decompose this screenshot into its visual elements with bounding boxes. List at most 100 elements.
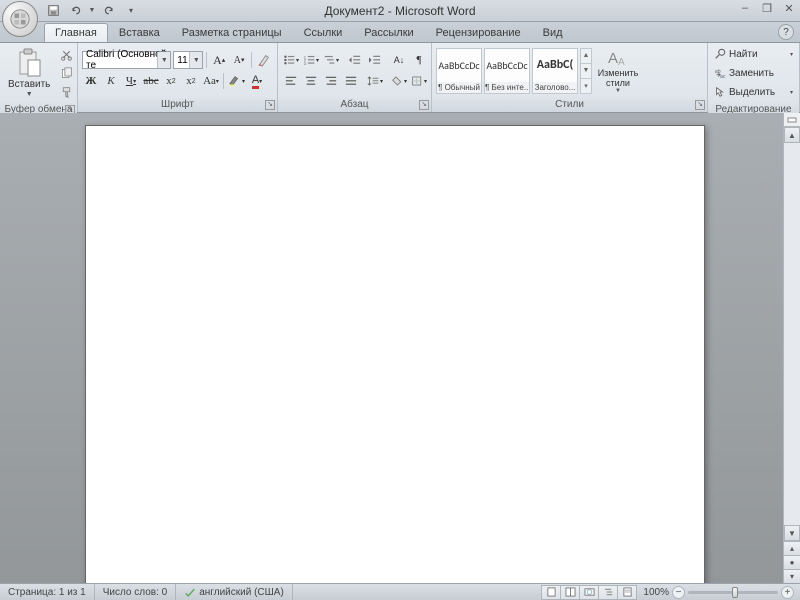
view-print-layout[interactable] <box>541 585 561 600</box>
redo-icon[interactable] <box>100 2 118 20</box>
tab-home[interactable]: Главная <box>44 23 108 42</box>
gallery-expand-icon[interactable]: ▾ <box>581 79 591 93</box>
window-title: Документ2 - Microsoft Word <box>324 4 475 18</box>
svg-text:A: A <box>608 50 618 67</box>
group-styles-label: Стили <box>555 99 584 110</box>
numbering-button[interactable]: 123▾ <box>302 51 320 69</box>
cut-button[interactable] <box>56 45 76 63</box>
shading-button[interactable]: ▾ <box>390 72 408 90</box>
help-icon[interactable]: ? <box>778 24 794 40</box>
superscript-button[interactable]: x2 <box>182 72 200 90</box>
chevron-down-icon[interactable]: ▼ <box>189 52 202 68</box>
increase-indent-button[interactable] <box>366 51 384 69</box>
browse-object-button[interactable]: ● <box>784 555 800 569</box>
minimize-button[interactable]: – <box>738 2 752 15</box>
sort-button[interactable]: A↓ <box>390 51 408 69</box>
underline-button[interactable]: Ч▾ <box>122 72 140 90</box>
tab-references[interactable]: Ссылки <box>293 23 354 42</box>
undo-icon[interactable] <box>66 2 84 20</box>
paste-button[interactable]: Вставить ▼ <box>4 46 54 100</box>
styles-launcher[interactable]: ↘ <box>695 100 705 110</box>
show-marks-button[interactable]: ¶ <box>410 51 428 69</box>
shrink-font-button[interactable]: A▾ <box>230 51 248 69</box>
view-draft[interactable] <box>617 585 637 600</box>
status-words[interactable]: Число слов: 0 <box>95 584 176 600</box>
close-button[interactable]: ✕ <box>782 2 796 15</box>
bullets-button[interactable]: ▾ <box>282 51 300 69</box>
font-size-value: 11 <box>177 55 187 66</box>
strikethrough-button[interactable]: abc <box>142 72 160 90</box>
font-color-button[interactable]: A▾ <box>248 72 266 90</box>
zoom-in-button[interactable]: + <box>781 586 794 599</box>
format-painter-button[interactable] <box>56 83 76 101</box>
scroll-up-icon[interactable]: ▲ <box>581 49 591 64</box>
group-paragraph-label: Абзац <box>340 99 368 110</box>
prev-page-button[interactable]: ▴ <box>784 541 800 555</box>
borders-button[interactable]: ▾ <box>410 72 428 90</box>
highlight-button[interactable]: ▾ <box>227 72 246 90</box>
zoom-out-button[interactable]: − <box>672 586 685 599</box>
change-case-button[interactable]: Aa▾ <box>202 72 220 90</box>
next-page-button[interactable]: ▾ <box>784 569 800 583</box>
zoom-thumb[interactable] <box>732 587 738 598</box>
tab-view[interactable]: Вид <box>532 23 574 42</box>
paragraph-launcher[interactable]: ↘ <box>419 100 429 110</box>
zoom-slider[interactable] <box>688 591 778 594</box>
vertical-scrollbar[interactable]: ▲ ▼ ▴ ● ▾ <box>783 113 800 583</box>
group-font-label: Шрифт <box>161 99 194 110</box>
decrease-indent-button[interactable] <box>346 51 364 69</box>
paste-label: Вставить <box>8 79 50 90</box>
status-page[interactable]: Страница: 1 из 1 <box>0 584 95 600</box>
qat-dropdown-icon[interactable]: ▼ <box>88 2 96 20</box>
scroll-down-icon[interactable]: ▼ <box>581 64 591 79</box>
change-styles-button[interactable]: AA Изменить стили ▼ <box>596 47 640 95</box>
copy-button[interactable] <box>56 64 76 82</box>
ribbon: Вставить ▼ Буфер обмена↘ Calibri (Основн… <box>0 43 800 113</box>
style-heading1[interactable]: AaBbC(Заголово... <box>532 48 578 94</box>
zoom-value[interactable]: 100% <box>643 587 669 598</box>
view-web-layout[interactable] <box>579 585 599 600</box>
line-spacing-button[interactable]: ▾ <box>366 72 384 90</box>
replace-button[interactable]: abacЗаменить <box>712 64 795 82</box>
status-bar: Страница: 1 из 1 Число слов: 0 английски… <box>0 583 800 600</box>
bold-button[interactable]: Ж <box>82 72 100 90</box>
scroll-track[interactable] <box>784 143 800 525</box>
restore-button[interactable]: ❐ <box>760 2 774 15</box>
select-button[interactable]: Выделить▾ <box>712 83 795 101</box>
multilevel-list-button[interactable]: ▾ <box>322 51 340 69</box>
scroll-down-button[interactable]: ▼ <box>784 525 800 541</box>
scroll-up-button[interactable]: ▲ <box>784 127 800 143</box>
align-left-button[interactable] <box>282 72 300 90</box>
tab-mailings[interactable]: Рассылки <box>353 23 424 42</box>
ruler-toggle-button[interactable] <box>784 113 800 127</box>
justify-button[interactable] <box>342 72 360 90</box>
view-outline[interactable] <box>598 585 618 600</box>
font-launcher[interactable]: ↘ <box>265 100 275 110</box>
status-language[interactable]: английский (США) <box>176 584 293 600</box>
clear-formatting-button[interactable] <box>255 51 273 69</box>
group-font: Calibri (Основной те▼ 11▼ A▴ A▾ Ж К Ч▾ a… <box>78 43 278 112</box>
qat-customize-icon[interactable]: ▾ <box>122 2 140 20</box>
font-name-combo[interactable]: Calibri (Основной те▼ <box>82 51 171 69</box>
style-no-spacing[interactable]: AaBbCcDc¶ Без инте... <box>484 48 530 94</box>
italic-button[interactable]: К <box>102 72 120 90</box>
style-gallery-scroll[interactable]: ▲▼▾ <box>580 48 592 94</box>
subscript-button[interactable]: x2 <box>162 72 180 90</box>
find-button[interactable]: Найти▾ <box>712 45 795 63</box>
chevron-down-icon: ▼ <box>26 91 33 98</box>
save-icon[interactable] <box>44 2 62 20</box>
align-right-button[interactable] <box>322 72 340 90</box>
chevron-down-icon[interactable]: ▼ <box>157 52 170 68</box>
font-size-combo[interactable]: 11▼ <box>173 51 203 69</box>
style-normal[interactable]: AaBbCcDc¶ Обычный <box>436 48 482 94</box>
view-full-screen[interactable] <box>560 585 580 600</box>
tab-review[interactable]: Рецензирование <box>425 23 532 42</box>
align-center-button[interactable] <box>302 72 320 90</box>
grow-font-button[interactable]: A▴ <box>210 51 228 69</box>
document-viewport[interactable] <box>0 113 783 583</box>
tab-insert[interactable]: Вставка <box>108 23 171 42</box>
spellcheck-icon <box>184 587 196 598</box>
document-page[interactable] <box>85 125 705 583</box>
office-button[interactable] <box>2 1 38 37</box>
tab-page-layout[interactable]: Разметка страницы <box>171 23 293 42</box>
